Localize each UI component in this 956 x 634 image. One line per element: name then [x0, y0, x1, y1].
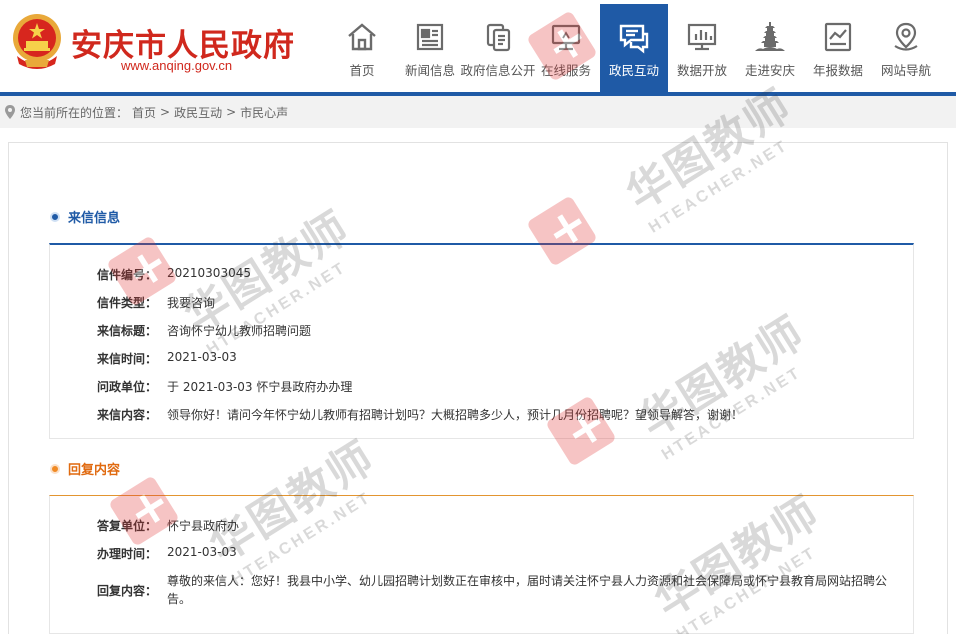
field-label: 问政单位： [97, 380, 158, 394]
nav-item-news[interactable]: 新闻信息 [396, 4, 464, 92]
nav-label: 政民互动 [608, 63, 659, 78]
documents-icon [486, 23, 511, 52]
nav-item-about-anqing[interactable]: 走进安庆 [736, 4, 804, 92]
field-label: 来信内容： [97, 408, 158, 422]
chat-icon [619, 24, 649, 54]
reply-field-row: 回复内容： 尊敬的来信人：您好！我县中小学、幼儿园招聘计划数正在审核中，届时请关… [97, 572, 892, 608]
field-value: 于 2021-03-03 怀宁县政府办办理 [167, 380, 353, 394]
field-label: 来信标题： [97, 324, 158, 338]
nav-label: 新闻信息 [404, 63, 455, 78]
national-emblem-icon[interactable] [11, 12, 63, 74]
field-value: 20210303045 [167, 266, 251, 280]
nav-item-open-data[interactable]: 数据开放 [668, 4, 736, 92]
breadcrumb-separator: > [226, 105, 237, 119]
site-url[interactable]: www.anqing.gov.cn [121, 58, 232, 73]
nav-label: 走进安庆 [744, 63, 795, 78]
nav-label: 网站导航 [880, 63, 931, 78]
reply-section-heading: 回复内容 [50, 459, 120, 478]
field-label: 答复单位： [97, 519, 158, 533]
letter-field-row: 信件编号： 20210303045 [97, 266, 251, 283]
map-pin-icon [894, 22, 918, 51]
field-value: 2021-03-03 [167, 545, 237, 559]
field-label: 来信时间： [97, 352, 158, 366]
reply-card [49, 495, 914, 634]
field-label: 信件类型： [97, 296, 158, 310]
nav-item-interaction[interactable]: 政民互动 [600, 4, 668, 92]
monitor-icon [551, 24, 581, 51]
field-value: 2021-03-03 [167, 350, 237, 364]
field-value: 咨询怀宁幼儿教师招聘问题 [167, 324, 312, 338]
nav-item-online-service[interactable]: 在线服务 [532, 4, 600, 92]
pagoda-icon [755, 22, 785, 51]
reply-field-row: 办理时间： 2021-03-03 [97, 545, 237, 562]
breadcrumb-prefix: 您当前所在的位置： [20, 105, 129, 120]
letter-section-heading: 来信信息 [50, 207, 120, 226]
site-header: 安庆市人民政府 www.anqing.gov.cn 首页 新闻信息 政府信息公开 [0, 0, 956, 92]
breadcrumb-separator: > [160, 105, 171, 119]
bar-chart-icon [687, 23, 717, 51]
nav-label: 政府信息公开 [460, 63, 536, 78]
breadcrumb-current[interactable]: 市民心声 [240, 104, 288, 121]
letter-field-row: 来信内容： 领导你好！请问今年怀宁幼儿教师有招聘计划吗？大概招聘多少人，预计几月… [97, 406, 743, 423]
home-icon [348, 23, 376, 51]
field-value: 尊敬的来信人：您好！我县中小学、幼儿园招聘计划数正在审核中，届时请关注怀宁县人力… [167, 574, 888, 606]
main-nav: 首页 新闻信息 政府信息公开 在线服务 政民互动 数据开放 走进安庆 年报数据 … [328, 4, 940, 92]
bullet-dot-icon [50, 463, 60, 474]
nav-label: 在线服务 [540, 63, 591, 78]
reply-section-title: 回复内容 [68, 463, 121, 478]
field-label: 信件编号： [97, 268, 158, 282]
field-label: 回复内容： [97, 583, 158, 598]
nav-label: 首页 [349, 63, 375, 78]
breadcrumb-home[interactable]: 首页 [132, 104, 156, 121]
letter-section-title: 来信信息 [68, 211, 121, 226]
reply-field-row: 答复单位： 怀宁县政府办 [97, 517, 239, 534]
field-value: 领导你好！请问今年怀宁幼儿教师有招聘计划吗？大概招聘多少人，预计几月份招聘呢？望… [167, 408, 744, 422]
nav-item-gov-info[interactable]: 政府信息公开 [461, 4, 536, 92]
breadcrumb-interaction[interactable]: 政民互动 [174, 104, 222, 121]
letter-field-row: 来信标题： 咨询怀宁幼儿教师招聘问题 [97, 322, 311, 339]
nav-item-home[interactable]: 首页 [328, 4, 396, 92]
nav-item-site-map[interactable]: 网站导航 [872, 4, 940, 92]
field-value: 怀宁县政府办 [167, 519, 240, 533]
letter-field-row: 来信时间： 2021-03-03 [97, 350, 237, 367]
letter-field-row: 信件类型： 我要咨询 [97, 294, 215, 311]
newspaper-icon [416, 23, 444, 51]
location-pin-icon [5, 105, 15, 119]
nav-label: 年报数据 [812, 63, 863, 78]
bullet-dot-icon [50, 211, 60, 222]
letter-field-row: 问政单位： 于 2021-03-03 怀宁县政府办办理 [97, 378, 352, 395]
field-value: 我要咨询 [167, 296, 216, 310]
field-label: 办理时间： [97, 547, 158, 561]
breadcrumb: 您当前所在的位置： 首页 > 政民互动 > 市民心声 [0, 96, 956, 128]
nav-label: 数据开放 [676, 63, 727, 78]
report-icon [824, 22, 852, 52]
nav-item-annual-report[interactable]: 年报数据 [804, 4, 872, 92]
